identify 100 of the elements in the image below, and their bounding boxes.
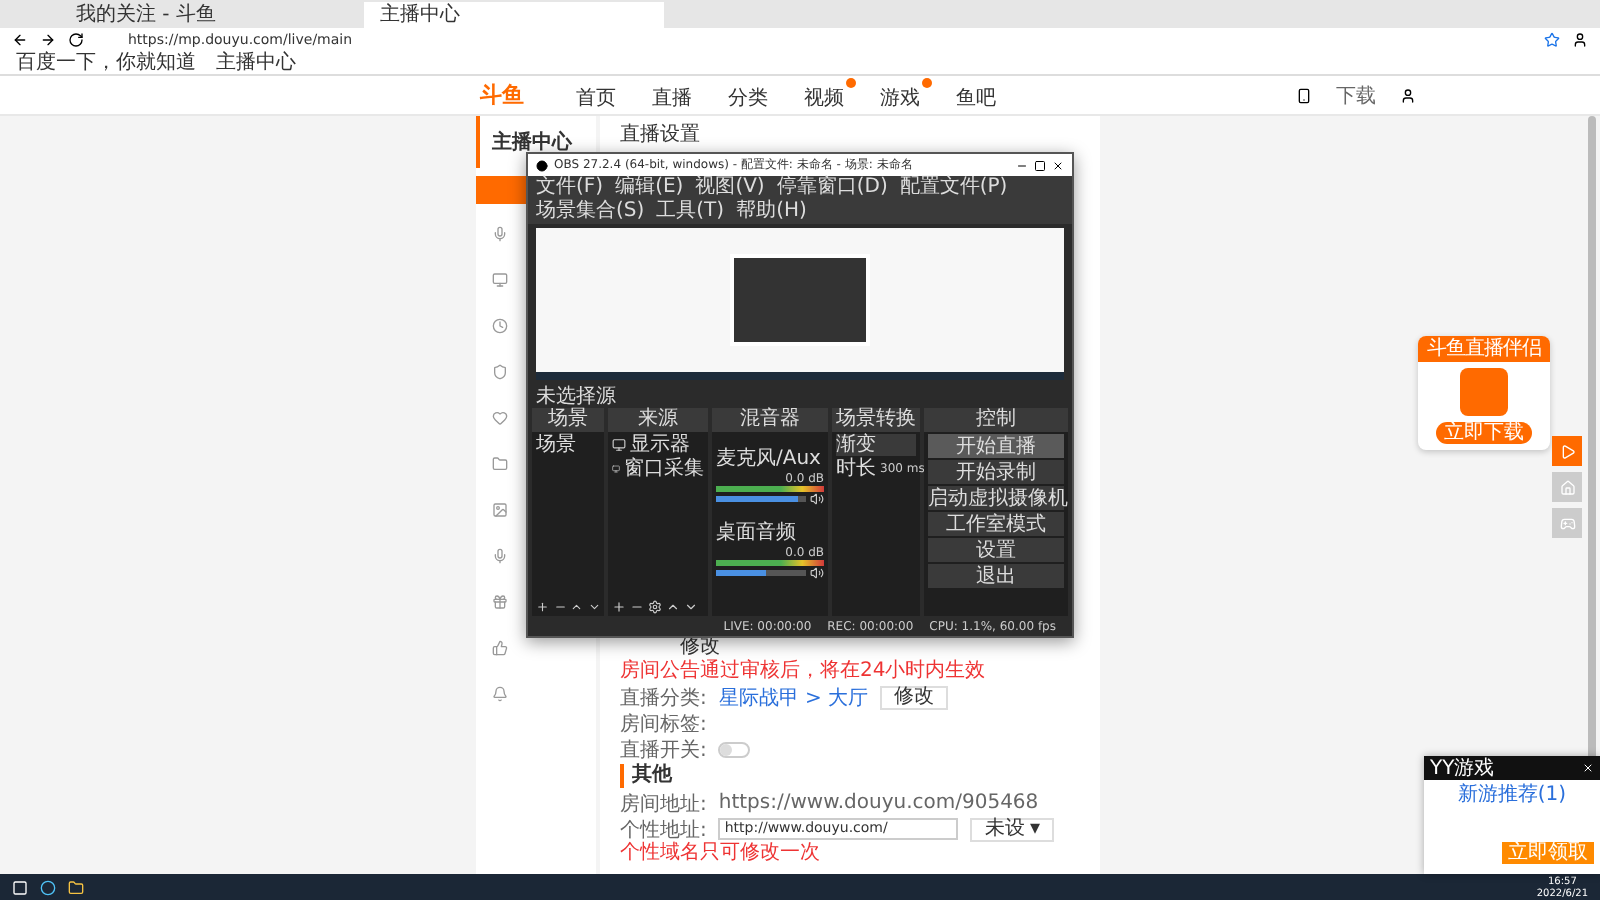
home-icon bbox=[1559, 479, 1575, 495]
forward-icon bbox=[40, 32, 56, 48]
star-icon bbox=[1544, 32, 1560, 48]
control-button[interactable]: 开始直播 bbox=[928, 434, 1064, 458]
settings-icon bbox=[648, 600, 662, 614]
page-title: 直播设置 bbox=[620, 124, 702, 148]
dock-title: 来源 bbox=[608, 408, 708, 432]
close-icon bbox=[1052, 159, 1064, 171]
menu-item[interactable]: 场景集合(S) bbox=[536, 200, 645, 224]
bookmark-link[interactable]: 主播中心 bbox=[216, 51, 296, 75]
folder-icon bbox=[68, 879, 84, 895]
nested-window-image bbox=[730, 254, 870, 346]
nav-link[interactable]: 分类 bbox=[728, 78, 780, 112]
add-icon bbox=[612, 600, 626, 614]
play-icon bbox=[1559, 443, 1575, 459]
game-button[interactable] bbox=[1552, 508, 1582, 538]
edit-button[interactable]: 修改 bbox=[880, 685, 949, 709]
control-button[interactable]: 工作室模式 bbox=[928, 512, 1064, 536]
user-icon bbox=[1400, 87, 1416, 103]
minimize-icon bbox=[1016, 159, 1028, 171]
menu-item-icon bbox=[492, 640, 508, 656]
field-label: 房间标签: bbox=[620, 711, 707, 737]
volume-fill[interactable] bbox=[716, 496, 797, 502]
section-title: 其他 bbox=[620, 764, 1080, 788]
control-button[interactable]: 启动虚拟摄像机 bbox=[928, 486, 1064, 510]
dock-title: 控制 bbox=[924, 408, 1068, 432]
dock-title: 混音器 bbox=[712, 408, 828, 432]
menu-item-icon bbox=[492, 226, 508, 242]
active-menu-item[interactable] bbox=[476, 176, 526, 204]
transition-select[interactable]: 渐变 bbox=[836, 434, 916, 456]
edit-label: 修改 bbox=[678, 636, 722, 659]
up-icon bbox=[570, 600, 583, 614]
add-icon bbox=[536, 600, 549, 614]
channel-name: 麦克风/Aux bbox=[716, 448, 821, 470]
field-label: 房间地址: bbox=[620, 791, 707, 817]
menu-item-icon bbox=[492, 594, 508, 610]
menu-item[interactable]: 工具(T) bbox=[656, 200, 725, 224]
menu-item-icon bbox=[492, 364, 508, 380]
nav-link[interactable]: 首页 bbox=[576, 78, 628, 112]
channel-name: 桌面音频 bbox=[716, 522, 796, 544]
menu-item[interactable]: 帮助(H) bbox=[736, 200, 807, 224]
monitor-icon bbox=[612, 462, 620, 476]
control-button[interactable]: 开始录制 bbox=[928, 460, 1064, 484]
menu-item[interactable]: 编辑(E) bbox=[615, 176, 684, 200]
menu-item[interactable]: 配置文件(P) bbox=[899, 176, 1008, 200]
home-button[interactable] bbox=[1552, 472, 1582, 502]
field-label: 直播开关: bbox=[620, 737, 707, 763]
up-icon bbox=[666, 600, 680, 614]
down-icon bbox=[587, 600, 600, 614]
menu-item-icon bbox=[492, 318, 508, 334]
level-meter bbox=[716, 486, 824, 492]
field-label: 直播分类: bbox=[620, 685, 707, 711]
dock-title: 场景转换 bbox=[832, 408, 920, 432]
menu-item[interactable]: 文件(F) bbox=[536, 176, 604, 200]
control-button[interactable]: 退出 bbox=[928, 564, 1064, 588]
phone-icon bbox=[1296, 87, 1312, 103]
menu-item[interactable]: 停靠窗口(D) bbox=[776, 176, 888, 200]
field-label: 个性地址: bbox=[620, 817, 707, 841]
room-address: https://www.douyu.com/905468 bbox=[718, 792, 1039, 814]
source-status: 未选择源 bbox=[536, 385, 616, 407]
dropdown-button[interactable]: 未设 ▾ bbox=[970, 817, 1055, 841]
volume-fill[interactable] bbox=[716, 570, 766, 576]
reload-icon bbox=[68, 32, 84, 48]
close-icon bbox=[1582, 762, 1594, 774]
speaker-icon bbox=[810, 492, 824, 506]
download-link[interactable]: 下载 bbox=[1336, 81, 1376, 109]
source-item[interactable]: 窗口采集 bbox=[624, 458, 704, 480]
menu-item-icon bbox=[492, 548, 508, 564]
speaker-icon bbox=[810, 566, 824, 580]
scene-item[interactable]: 场景 bbox=[536, 434, 600, 456]
menu-item-icon bbox=[492, 686, 508, 702]
duration-label: 时长 bbox=[836, 458, 876, 480]
browser-tab[interactable]: 主播中心 bbox=[364, 2, 664, 28]
app-icon bbox=[536, 159, 548, 171]
menu-item-icon bbox=[492, 502, 508, 518]
nav-link[interactable]: 鱼吧 bbox=[956, 78, 1008, 112]
menu-item-icon bbox=[492, 272, 508, 288]
menu-item-icon bbox=[492, 456, 508, 472]
monitor-icon bbox=[612, 438, 626, 452]
nav-link[interactable]: 视频 bbox=[804, 78, 856, 112]
category-link[interactable]: 星际战甲 > 大厅 bbox=[718, 683, 869, 711]
user-icon bbox=[1572, 32, 1588, 48]
toggle-switch[interactable] bbox=[718, 741, 751, 757]
hint-text: 个性域名只可修改一次 bbox=[620, 842, 822, 866]
maximize-icon bbox=[1034, 159, 1046, 171]
menu-item[interactable]: 视图(V) bbox=[695, 176, 765, 200]
play-button[interactable] bbox=[1552, 436, 1582, 466]
remove-icon bbox=[630, 600, 644, 614]
nav-link[interactable]: 游戏 bbox=[880, 78, 932, 112]
bookmark-link[interactable]: 百度一下，你就知道 bbox=[16, 51, 196, 75]
promo-title: 斗鱼直播伴侣 bbox=[1418, 336, 1550, 362]
notification-app: YY游戏 bbox=[1430, 755, 1495, 782]
nav-link[interactable]: 直播 bbox=[652, 78, 704, 112]
back-icon bbox=[12, 32, 28, 48]
menu-item-icon bbox=[492, 410, 508, 426]
warning-text: 房间公告通过审核后，将在24小时内生效 bbox=[620, 660, 988, 684]
gamepad-icon bbox=[1559, 515, 1575, 531]
source-item[interactable]: 显示器 bbox=[630, 434, 690, 456]
browser-icon bbox=[40, 879, 56, 895]
control-button[interactable]: 设置 bbox=[928, 538, 1064, 562]
